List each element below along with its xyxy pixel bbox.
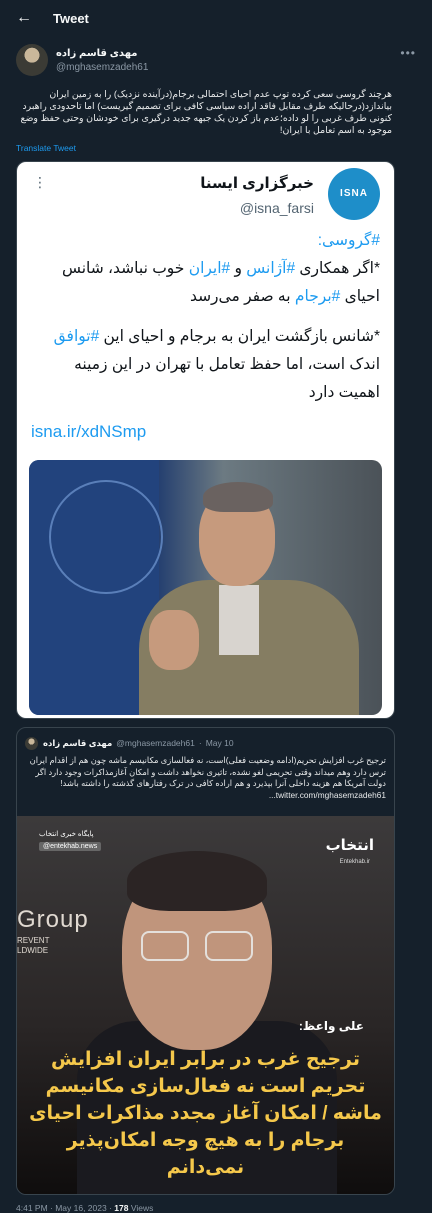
quoted-separator: · <box>198 738 202 748</box>
image-text: #گروسی: *اگر همکاری #آژانس و #ایران خوب … <box>31 227 380 419</box>
hashtag: #توافق <box>53 328 100 345</box>
avatar[interactable] <box>16 44 48 76</box>
hashtag: #آژانس <box>246 260 296 277</box>
image-source-handle: @isna_farsi <box>239 200 314 216</box>
image-source-name: پایگاه خبری انتخاب <box>39 831 94 838</box>
image-text-line: اندک است، اما حفظ تعامل با تهران در این … <box>74 356 380 401</box>
page-title: Tweet <box>53 10 89 26</box>
photo-emblem <box>49 480 163 594</box>
image-source-handle: @entekhab.news <box>39 842 102 851</box>
tweet-text: هرچند گروسی سعی کرده توپ عدم احیای احتما… <box>20 88 392 135</box>
views-label: Views <box>128 1203 154 1213</box>
glasses-left <box>141 931 189 961</box>
quoted-author-name: مهدی قاسم زاده <box>43 737 113 748</box>
tweet-meta: 4:41 PM · May 16, 2023 · 178 Views <box>16 1203 153 1213</box>
image-link: isna.ir/xdNSmp <box>31 422 147 441</box>
entekhab-logo: انتخاب <box>325 837 374 854</box>
hashtag: #گروسی: <box>317 232 380 249</box>
author-handle[interactable]: @mghasemzadeh61 <box>56 62 148 73</box>
image-text-line: *اگر همکاری <box>295 260 380 277</box>
photo-person-hair <box>203 482 273 512</box>
image-headline: ترجیح غرب در برابر ایران افزایش تحریم اس… <box>29 1049 382 1178</box>
quoted-tweet-text: ترجیح غرب افزایش تحریم(ادامه وضعیت فعلی)… <box>29 755 386 800</box>
background-sign-text: Group <box>17 906 89 933</box>
more-options-icon[interactable]: ••• <box>400 46 416 60</box>
top-bar: ← Tweet <box>0 0 432 36</box>
image-text-line: *شانس بازگشت ایران به برجام و احیای این <box>99 328 381 345</box>
image-text-line: به صفر می‌رسد <box>189 288 295 305</box>
hashtag: #برجام <box>294 288 341 305</box>
isna-logo: ISNA <box>328 168 380 220</box>
translate-tweet-link[interactable]: Translate Tweet <box>16 143 76 153</box>
glasses-right <box>205 931 253 961</box>
speaker-label: علی واعظ: <box>298 1019 364 1033</box>
tweet-author[interactable]: مهدی قاسم زاده @mghasemzadeh61 ••• <box>16 44 416 76</box>
tweet-image[interactable]: ⋮ خبرگزاری ایسنا @isna_farsi ISNA #گروسی… <box>16 161 395 719</box>
photo-person-hands <box>149 610 199 670</box>
tweet-timestamp[interactable]: 4:41 PM · May 16, 2023 · <box>16 1203 114 1213</box>
photo-person-shirt <box>219 585 259 655</box>
entekhab-logo-sub: Entekhab.ir <box>339 859 370 865</box>
quoted-date: May 10 <box>205 738 234 748</box>
arrow-left-icon[interactable]: ← <box>16 10 32 26</box>
background-sign-subtext: REVENT LDWIDE <box>17 936 50 955</box>
quoted-tweet-header: مهدی قاسم زاده @mghasemzadeh61 · May 10 <box>25 736 234 750</box>
quoted-tweet[interactable]: مهدی قاسم زاده @mghasemzadeh61 · May 10 … <box>16 727 395 1195</box>
hashtag: #ایران <box>188 260 231 277</box>
author-name[interactable]: مهدی قاسم زاده <box>56 48 138 59</box>
avatar <box>25 736 38 750</box>
image-source-name: خبرگزاری ایسنا <box>200 175 314 192</box>
views-count: 178 <box>114 1203 129 1213</box>
photo-person-hair <box>127 851 267 911</box>
more-options-icon: ⋮ <box>33 174 47 190</box>
grossi-photo <box>29 460 382 715</box>
quoted-author-handle: @mghasemzadeh61 <box>116 738 195 748</box>
image-text-line: و <box>230 260 247 277</box>
quoted-tweet-image: Group REVENT LDWIDE پایگاه خبری انتخاب @… <box>17 816 394 1194</box>
